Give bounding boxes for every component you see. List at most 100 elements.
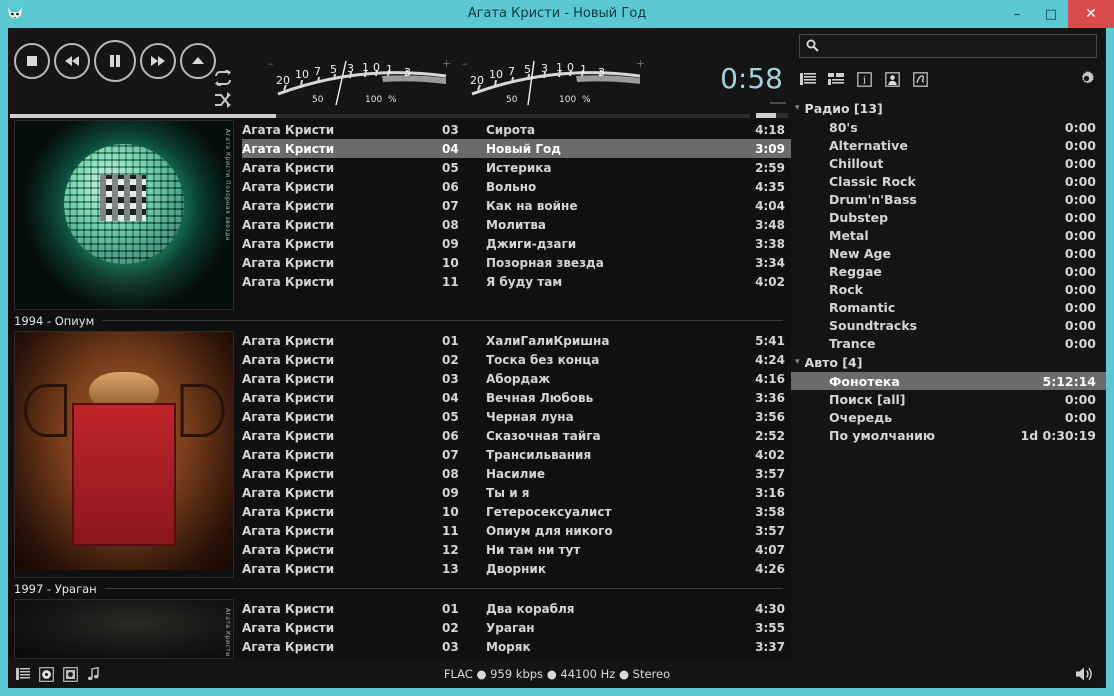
tree-item[interactable]: Soundtracks0:00 [791,316,1106,334]
eject-button[interactable] [180,43,216,79]
track-list: Агата Кристи03Сирота4:18Агата Кристи04Но… [234,120,791,310]
track-dur: 3:55 [735,621,791,635]
track-row[interactable]: Агата Кристи13Дворник4:26 [242,559,791,578]
speaker-icon[interactable] [1075,666,1094,682]
track-row[interactable]: Агата Кристи11Я буду там4:02 [242,272,791,291]
svg-text:5: 5 [330,63,337,76]
track-num: 06 [442,429,486,443]
stop-button[interactable] [14,43,50,79]
search-input[interactable] [825,39,1090,53]
minimize-button[interactable]: – [1000,0,1034,28]
seek-bar[interactable] [10,114,750,118]
player-window: Агата Кристи - Новый Год – □ ✕ [0,0,1114,696]
svg-text:1: 1 [362,61,369,74]
artist-icon[interactable] [883,70,901,88]
track-row[interactable]: Агата Кристи08Насилие3:57 [242,464,791,483]
tree-group-header[interactable]: ▾Радио [13] [791,98,1106,118]
track-row[interactable]: Агата Кристи09Ты и я3:16 [242,483,791,502]
tree-item-label: Soundtracks [829,318,1065,333]
album-header[interactable]: 1997 - Ураган [8,578,791,599]
tree-item[interactable]: 80's0:00 [791,118,1106,136]
track-row[interactable]: Агата Кристи03Моряк3:37 [242,637,791,656]
shuffle-icon[interactable] [213,92,247,112]
track-row[interactable]: Агата Кристи10Позорная звезда3:34 [242,253,791,272]
volume-slider[interactable] [756,113,788,118]
playlist-panel[interactable]: Агата Кристи Позорная звездаАгата Кристи… [8,120,791,688]
svg-text:50: 50 [312,95,324,105]
svg-text:7: 7 [314,65,321,78]
tree-item-selected[interactable]: Фонотека5:12:14 [791,372,1106,390]
pause-button[interactable] [94,40,136,82]
detail-view-icon[interactable] [827,70,845,88]
track-row[interactable]: Агата Кристи06Сказочная тайга2:52 [242,426,791,445]
tree-item-label: Dubstep [829,210,1065,225]
svg-text:0: 0 [567,61,574,74]
track-num: 13 [442,562,486,576]
track-row[interactable]: Агата Кристи07Трансильвания4:02 [242,445,791,464]
track-row[interactable]: Агата Кристи01Два корабля4:30 [242,599,791,618]
track-row[interactable]: Агата Кристи03Абордаж4:16 [242,369,791,388]
close-button[interactable]: ✕ [1068,0,1114,28]
chevron-down-icon[interactable]: ▾ [795,357,800,367]
tree-item-label: Поиск [all] [829,392,1065,407]
tree-item[interactable]: Rock0:00 [791,280,1106,298]
maximize-button[interactable]: □ [1034,0,1068,28]
tree-item[interactable]: New Age0:00 [791,244,1106,262]
next-button[interactable] [140,43,176,79]
tree-item[interactable]: Romantic0:00 [791,298,1106,316]
tree-item-label: Chillout [829,156,1065,171]
tree-item[interactable]: Drum'n'Bass0:00 [791,190,1106,208]
tree-item[interactable]: Reggae0:00 [791,262,1106,280]
album-cover[interactable] [14,331,234,578]
tree-group-header[interactable]: ▾Авто [4] [791,352,1106,372]
track-dur: 3:09 [735,142,791,156]
album-cover[interactable]: Агата Кристи [14,599,234,659]
tree-item[interactable]: По умолчанию1d 0:30:19 [791,426,1106,444]
tree-item[interactable]: Classic Rock0:00 [791,172,1106,190]
track-row[interactable]: Агата Кристи02Ураган3:55 [242,618,791,637]
track-row[interactable]: Агата Кристи10Гетеросексуалист3:58 [242,502,791,521]
track-row[interactable]: Агата Кристи12Ни там ни тут4:07 [242,540,791,559]
gear-icon[interactable] [1078,70,1095,91]
lyrics-icon[interactable] [911,70,929,88]
album-cover-caption: Агата Кристи Позорная звезда [224,129,231,241]
tree-item[interactable]: Dubstep0:00 [791,208,1106,226]
repeat-icon[interactable] [213,70,247,90]
tree-item[interactable]: Chillout0:00 [791,154,1106,172]
album-cover[interactable]: Агата Кристи Позорная звезда [14,120,234,310]
info-icon[interactable]: i [855,70,873,88]
tree-item[interactable]: Alternative0:00 [791,136,1106,154]
svg-text:+: + [442,58,451,70]
track-num: 11 [442,524,486,538]
track-dur: 3:16 [735,486,791,500]
track-row[interactable]: Агата Кристи08Молитва3:48 [242,215,791,234]
track-row[interactable]: Агата Кристи03Сирота4:18 [242,120,791,139]
tree-item[interactable]: Поиск [all]0:00 [791,390,1106,408]
track-row-selected[interactable]: Агата Кристи04Новый Год3:09 [242,139,791,158]
previous-button[interactable] [54,43,90,79]
tree-item[interactable]: Metal0:00 [791,226,1106,244]
track-row[interactable]: Агата Кристи01ХалиГалиКришна5:41 [242,331,791,350]
track-row[interactable]: Агата Кристи09Джиги-дзаги3:38 [242,234,791,253]
chevron-down-icon[interactable]: ▾ [795,103,800,113]
album-header[interactable]: 1994 - Опиум [8,310,791,331]
track-row[interactable]: Агата Кристи06Вольно4:35 [242,177,791,196]
window-title: Агата Кристи - Новый Год [0,0,1114,28]
track-row[interactable]: Агата Кристи05Истерика2:59 [242,158,791,177]
track-title: Два корабля [486,602,735,616]
track-title: Насилие [486,467,735,481]
tree-item[interactable]: Trance0:00 [791,334,1106,352]
track-row[interactable]: Агата Кристи05Черная луна3:56 [242,407,791,426]
tree-item-label: Rock [829,282,1065,297]
track-row[interactable]: Агата Кристи02Тоска без конца4:24 [242,350,791,369]
tree-item-label: По умолчанию [829,428,1021,443]
track-row[interactable]: Агата Кристи04Вечная Любовь3:36 [242,388,791,407]
search-box[interactable] [799,34,1097,58]
track-row[interactable]: Агата Кристи11Опиум для никого3:57 [242,521,791,540]
tree-item[interactable]: Очередь0:00 [791,408,1106,426]
list-view-icon[interactable] [799,70,817,88]
library-tree[interactable]: ▾Радио [13]80's0:00Alternative0:00Chillo… [791,98,1106,444]
track-row[interactable]: Агата Кристи07Как на войне4:04 [242,196,791,215]
svg-text:5: 5 [524,63,531,76]
vu-meter-right: – + 20107 531 013 [458,58,648,110]
